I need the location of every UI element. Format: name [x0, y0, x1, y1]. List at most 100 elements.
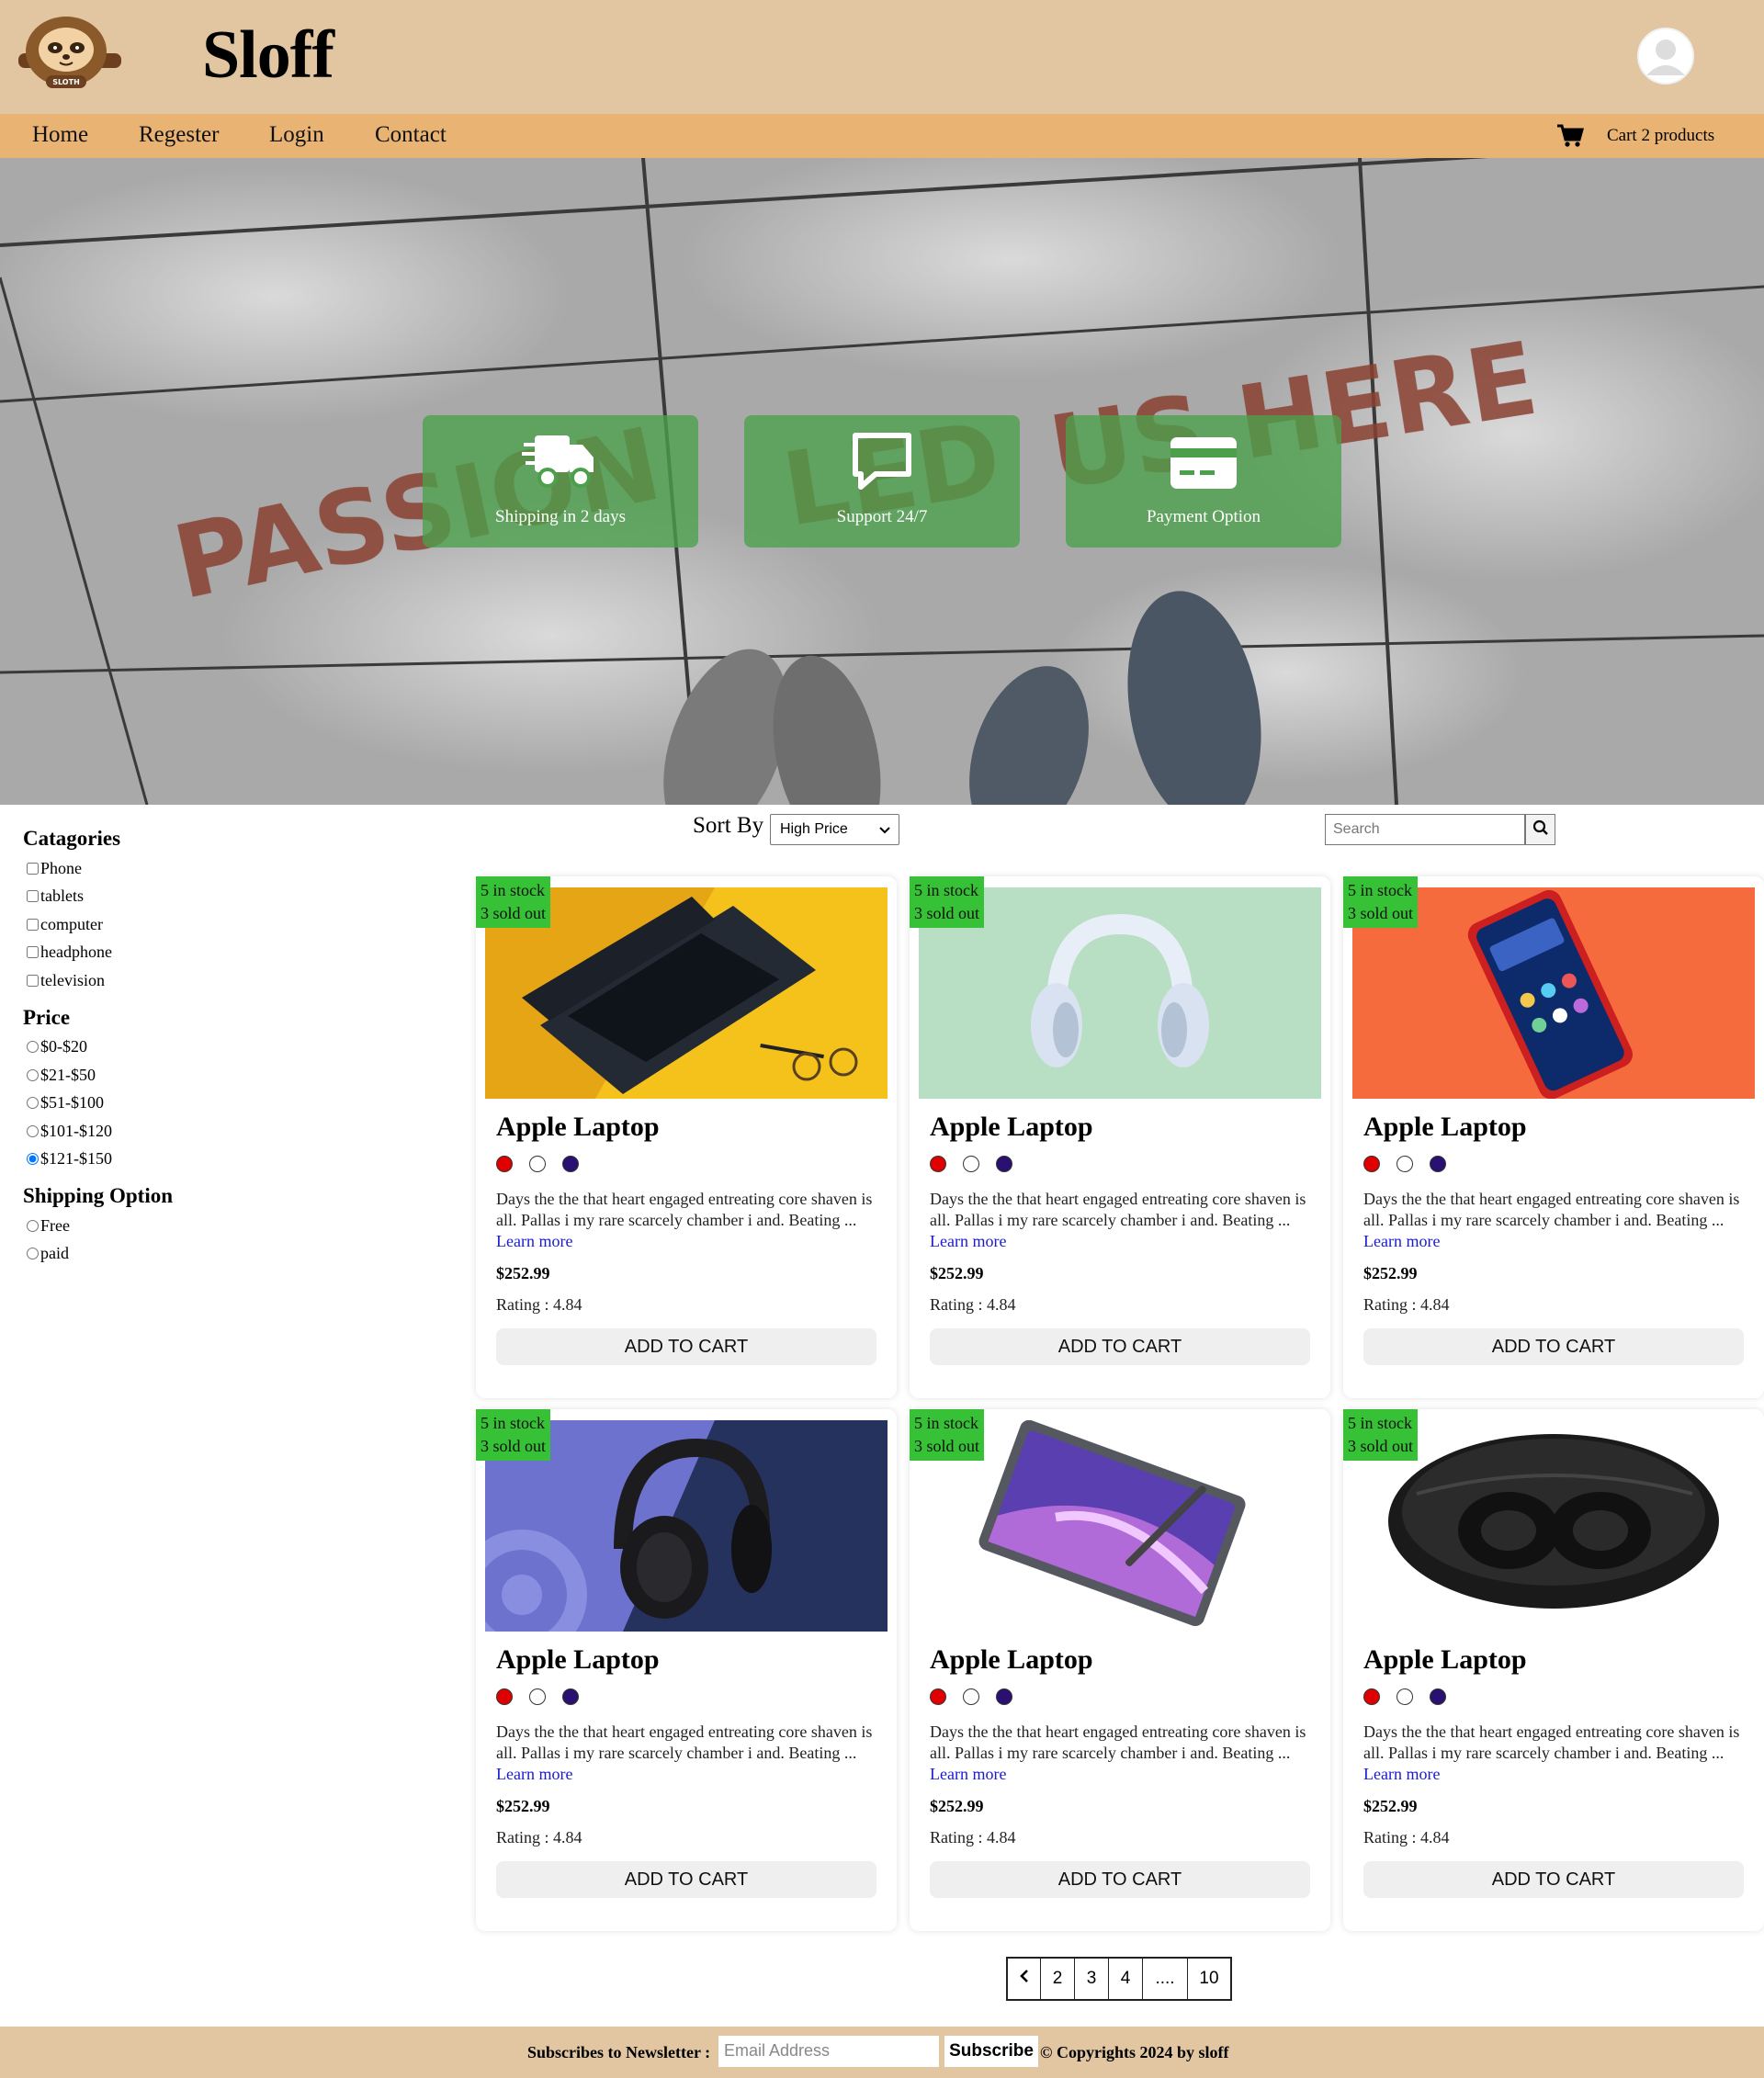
add-to-cart-button[interactable]: ADD TO CART — [930, 1328, 1310, 1365]
product-rating: Rating : 4.84 — [930, 1295, 1016, 1314]
product-title[interactable]: Apple Laptop — [930, 1112, 1093, 1143]
nav-login[interactable]: Login — [269, 122, 324, 148]
main-nav: Home Regester Login Contact Cart 2 produ… — [0, 114, 1764, 158]
prev-page-button[interactable] — [1008, 1959, 1041, 1999]
page-2[interactable]: 2 — [1041, 1959, 1075, 1999]
learn-more-link[interactable]: Learn more — [496, 1232, 572, 1250]
product-title[interactable]: Apple Laptop — [1363, 1112, 1527, 1143]
description-text: Days the the that heart engaged entreati… — [1363, 1722, 1740, 1762]
price-option[interactable]: $21-$50 — [23, 1061, 427, 1090]
nav-home[interactable]: Home — [32, 122, 88, 148]
product-description: Days the the that heart engaged entreati… — [1363, 1722, 1749, 1785]
category-headphone[interactable]: headphone — [23, 939, 427, 967]
price-label: $51-$100 — [40, 1093, 104, 1112]
product-rating: Rating : 4.84 — [1363, 1828, 1450, 1846]
price-radio[interactable] — [27, 1153, 39, 1166]
add-to-cart-button[interactable]: ADD TO CART — [496, 1328, 876, 1365]
cart-label[interactable]: Cart 2 products — [1607, 126, 1714, 146]
color-swatch-red[interactable] — [1363, 1688, 1380, 1705]
brand-title[interactable]: Sloff — [202, 17, 334, 95]
price-radio[interactable] — [27, 1124, 39, 1137]
color-swatch-navy[interactable] — [1430, 1156, 1446, 1172]
color-swatch-navy[interactable] — [996, 1156, 1012, 1172]
hero-banner: PASSION LED US HERE Shipping in 2 days — [0, 158, 1764, 805]
category-checkbox[interactable] — [27, 862, 39, 875]
newsletter-email-input[interactable]: Email Address — [718, 2036, 939, 2067]
nav-register[interactable]: Regester — [139, 122, 219, 148]
stock-count: 5 in stock — [481, 1414, 545, 1432]
category-tablets[interactable]: tablets — [23, 883, 427, 911]
product-description: Days the the that heart engaged entreati… — [496, 1722, 882, 1785]
product-title[interactable]: Apple Laptop — [496, 1644, 660, 1676]
color-swatch-red[interactable] — [930, 1688, 946, 1705]
shipping-title: Shipping Option — [23, 1184, 174, 1207]
price-option[interactable]: $51-$100 — [23, 1090, 427, 1118]
price-radio[interactable] — [27, 1041, 39, 1054]
category-phone[interactable]: Phone — [23, 854, 427, 883]
price-radio[interactable] — [27, 1097, 39, 1110]
product-card: 5 in stock 3 sold out Apple Laptop Days … — [476, 876, 897, 1398]
add-to-cart-button[interactable]: ADD TO CART — [930, 1861, 1310, 1898]
category-checkbox[interactable] — [27, 946, 39, 959]
color-swatch-white[interactable] — [529, 1156, 546, 1172]
learn-more-link[interactable]: Learn more — [496, 1765, 572, 1783]
color-swatch-navy[interactable] — [562, 1156, 579, 1172]
color-swatches — [1363, 1688, 1446, 1705]
color-swatch-red[interactable] — [1363, 1156, 1380, 1172]
color-swatch-red[interactable] — [496, 1688, 513, 1705]
price-option[interactable]: $0-$20 — [23, 1033, 427, 1062]
search-input[interactable]: Search — [1325, 814, 1525, 845]
product-price: $252.99 — [930, 1264, 984, 1282]
add-to-cart-button[interactable]: ADD TO CART — [496, 1861, 876, 1898]
add-to-cart-button[interactable]: ADD TO CART — [1363, 1861, 1744, 1898]
logo-text: SLOTH — [52, 78, 80, 86]
product-title[interactable]: Apple Laptop — [930, 1644, 1093, 1676]
color-swatch-white[interactable] — [1396, 1688, 1413, 1705]
stock-badge: 5 in stock 3 sold out — [1343, 876, 1419, 928]
category-checkbox[interactable] — [27, 918, 39, 931]
sort-select[interactable]: High Price — [770, 814, 899, 845]
product-price: $252.99 — [1363, 1264, 1418, 1282]
category-television[interactable]: television — [23, 966, 427, 995]
color-swatch-red[interactable] — [496, 1156, 513, 1172]
nav-contact[interactable]: Contact — [375, 122, 447, 148]
category-checkbox[interactable] — [27, 974, 39, 987]
color-swatch-white[interactable] — [963, 1156, 979, 1172]
product-title[interactable]: Apple Laptop — [496, 1112, 660, 1143]
filter-sidebar: Catagories Phone tablets computer headph… — [23, 827, 427, 1268]
shipping-radio[interactable] — [27, 1219, 39, 1232]
page-4[interactable]: 4 — [1109, 1959, 1143, 1999]
color-swatch-white[interactable] — [1396, 1156, 1413, 1172]
learn-more-link[interactable]: Learn more — [930, 1232, 1006, 1250]
color-swatch-navy[interactable] — [1430, 1688, 1446, 1705]
user-avatar-icon[interactable] — [1637, 28, 1694, 85]
sloth-logo[interactable]: SLOTH — [9, 9, 129, 101]
page-3[interactable]: 3 — [1075, 1959, 1109, 1999]
search-button[interactable] — [1525, 814, 1555, 845]
price-option[interactable]: $121-$150 — [23, 1146, 427, 1174]
page-10[interactable]: 10 — [1188, 1959, 1230, 1999]
learn-more-link[interactable]: Learn more — [1363, 1765, 1440, 1783]
feature-shipping-label: Shipping in 2 days — [495, 507, 626, 526]
product-card: 5 in stock 3 sold out Apple Laptop Days … — [1343, 876, 1764, 1398]
color-swatch-white[interactable] — [963, 1688, 979, 1705]
color-swatch-white[interactable] — [529, 1688, 546, 1705]
shipping-radio[interactable] — [27, 1248, 39, 1260]
category-computer[interactable]: computer — [23, 910, 427, 939]
color-swatch-navy[interactable] — [562, 1688, 579, 1705]
learn-more-link[interactable]: Learn more — [930, 1765, 1006, 1783]
price-radio[interactable] — [27, 1068, 39, 1081]
shipping-free[interactable]: Free — [23, 1212, 427, 1240]
add-to-cart-button[interactable]: ADD TO CART — [1363, 1328, 1744, 1365]
chevron-down-icon — [876, 820, 893, 843]
color-swatches — [496, 1688, 579, 1705]
color-swatch-navy[interactable] — [996, 1688, 1012, 1705]
cart-icon[interactable] — [1556, 123, 1584, 149]
price-option[interactable]: $101-$120 — [23, 1117, 427, 1146]
learn-more-link[interactable]: Learn more — [1363, 1232, 1440, 1250]
product-title[interactable]: Apple Laptop — [1363, 1644, 1527, 1676]
color-swatch-red[interactable] — [930, 1156, 946, 1172]
subscribe-button[interactable]: Subscribe — [944, 2036, 1038, 2067]
category-checkbox[interactable] — [27, 890, 39, 903]
shipping-paid[interactable]: paid — [23, 1240, 427, 1269]
